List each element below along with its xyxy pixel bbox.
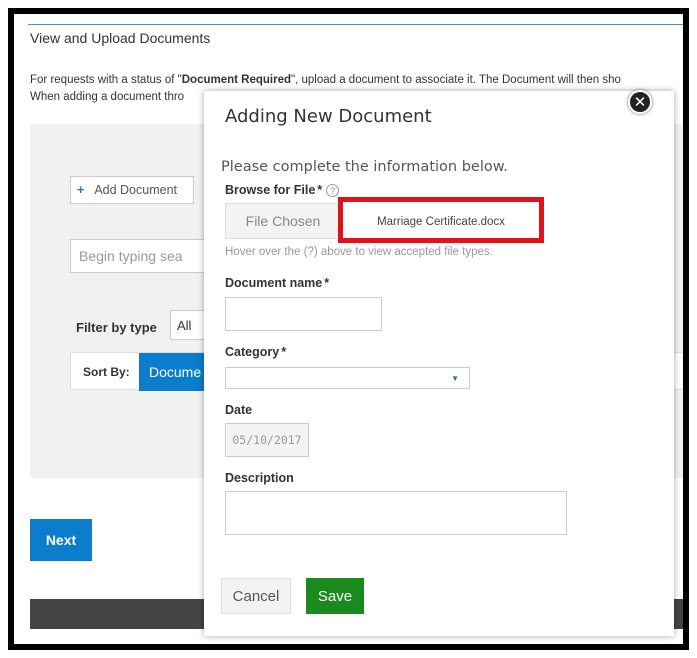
add-document-button[interactable]: + Add Document xyxy=(70,176,194,204)
chevron-down-icon: ▼ xyxy=(451,374,459,383)
required-mark: * xyxy=(324,276,330,290)
document-name-input[interactable] xyxy=(225,297,382,331)
file-chosen-button[interactable]: File Chosen xyxy=(225,203,341,239)
date-label: Date xyxy=(225,403,253,417)
highlight-box xyxy=(338,197,544,243)
intro-line-1: For requests with a status of "Document … xyxy=(30,74,621,86)
header-divider xyxy=(28,24,683,25)
modal-instructions: Please complete the information below. xyxy=(221,159,508,175)
file-type-hint: Hover over the (?) above to view accepte… xyxy=(225,246,493,258)
search-input[interactable]: Begin typing sea xyxy=(70,239,220,273)
close-icon[interactable]: ✕ xyxy=(628,90,652,114)
browse-file-label: Browse for File *? xyxy=(225,183,340,198)
screenshot-frame: View and Upload Documents For requests w… xyxy=(8,8,689,650)
intro-status-bold: Document Required xyxy=(181,74,291,86)
description-label: Description xyxy=(225,471,294,485)
add-document-label: Add Document xyxy=(94,183,177,197)
plus-icon: + xyxy=(77,183,85,197)
required-mark: * xyxy=(317,183,323,197)
required-mark: * xyxy=(281,345,287,359)
cancel-button[interactable]: Cancel xyxy=(221,578,291,614)
add-document-modal: Adding New Document Please complete the … xyxy=(204,91,674,636)
page-title: View and Upload Documents xyxy=(30,30,211,46)
category-select[interactable]: ▼ xyxy=(225,367,470,389)
category-label: Category * xyxy=(225,345,287,359)
sort-label: Sort By: xyxy=(83,365,130,379)
save-button[interactable]: Save xyxy=(306,578,364,614)
modal-title: Adding New Document xyxy=(225,106,432,127)
date-input[interactable]: 05/10/2017 xyxy=(225,423,309,457)
help-icon[interactable]: ? xyxy=(326,184,340,198)
next-button[interactable]: Next xyxy=(30,519,92,561)
description-textarea[interactable] xyxy=(225,491,567,535)
document-name-label: Document name * xyxy=(225,276,330,290)
filter-label: Filter by type xyxy=(76,320,157,335)
